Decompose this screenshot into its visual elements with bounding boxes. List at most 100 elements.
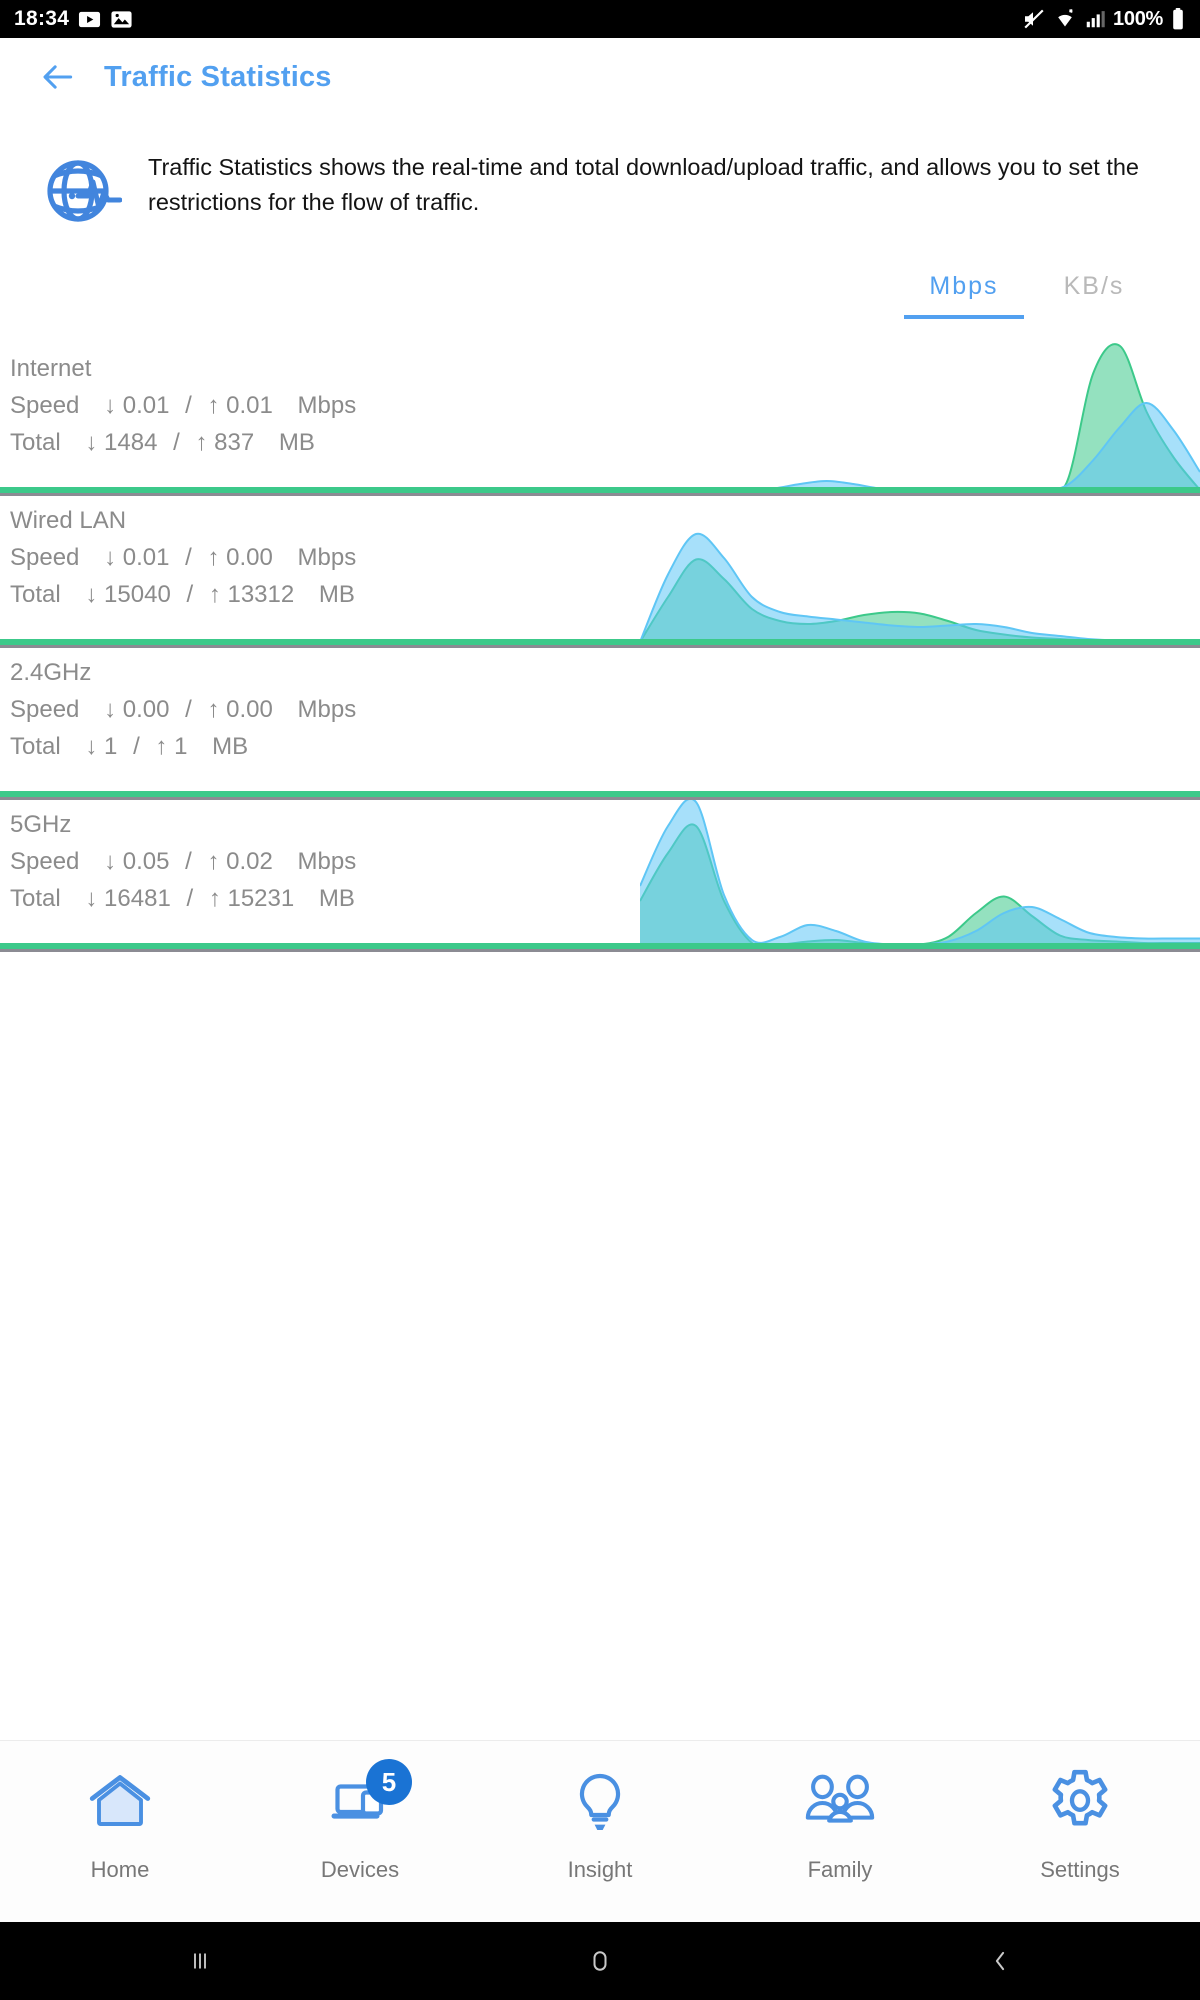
upload-arrow-icon: ↑ [195,428,208,456]
unit-tabs: Mbps KB/s [0,230,1200,319]
speed-unit: Mbps [297,391,357,419]
chart-baseline [0,487,1200,493]
cellular-signal-icon [1084,8,1106,30]
download-arrow-icon: ↓ [104,543,117,571]
speed-label: Speed [10,695,80,723]
back-button[interactable] [38,57,78,97]
traffic-row-speed: Speed ↓ 0.05 / ↑ 0.02 Mbps [10,847,357,875]
speed-down-value: 0.00 [122,695,170,723]
battery-icon [1170,7,1186,31]
total-label: Total [10,580,61,608]
traffic-row-2-4ghz[interactable]: 2.4GHz Speed ↓ 0.00 / ↑ 0.00 Mbps Total … [0,645,1200,797]
total-up-value: 1 [174,732,188,760]
back-button-nav[interactable] [800,1946,1200,1976]
back-chevron-icon [995,1951,1005,1971]
bottom-navigation-bar: Home 5 Devices Insight Family Settings [0,1740,1200,1922]
download-arrow-icon: ↓ [104,695,117,723]
upload-arrow-icon: ↑ [207,695,220,723]
tab-kbs[interactable]: KB/s [1034,272,1154,319]
total-unit: MB [278,428,315,456]
upload-arrow-icon: ↑ [208,580,221,608]
speed-unit: Mbps [297,543,357,571]
nav-item-family-label: Family [807,1857,873,1882]
description-block: Traffic Statistics shows the real-time a… [0,116,1200,230]
total-up-value: 13312 [227,580,295,608]
total-unit: MB [318,884,355,912]
recents-icon [194,1953,206,1969]
traffic-globe-pulse-icon [38,146,123,230]
total-label: Total [10,884,61,912]
wifi-icon [1053,7,1077,31]
traffic-row-total: Total ↓ 1484 / ↑ 837 MB [10,428,315,456]
chart-baseline [0,943,1200,949]
traffic-row-labels: Internet Speed ↓ 0.01 / ↑ 0.01 Mbps Tota… [10,355,356,456]
download-arrow-icon: ↓ [104,391,117,419]
nav-item-home[interactable]: Home [0,1741,240,1885]
description-text: Traffic Statistics shows the real-time a… [148,154,1140,216]
download-arrow-icon: ↓ [85,580,98,608]
speed-unit: Mbps [297,695,357,723]
traffic-row-name: Wired LAN [10,507,127,534]
traffic-row-wired-lan[interactable]: Wired LAN Speed ↓ 0.01 / ↑ 0.00 Mbps Tot… [0,493,1200,645]
family-people-icon [802,1765,878,1841]
nav-item-settings-label: Settings [1040,1857,1120,1882]
speed-up-value: 0.02 [226,847,273,875]
mute-icon [1022,7,1046,31]
traffic-row-name: 2.4GHz [10,659,92,686]
upload-arrow-icon: ↑ [155,732,168,760]
battery-percent-label: 100% [1113,7,1163,30]
download-arrow-icon: ↓ [104,847,117,875]
traffic-area-chart [640,796,1200,946]
nav-item-devices[interactable]: 5 Devices [240,1741,480,1885]
traffic-row-internet[interactable]: Internet Speed ↓ 0.01 / ↑ 0.01 Mbps Tota… [0,341,1200,493]
android-navigation-bar [0,1922,1200,2000]
nav-item-home-label: Home [90,1857,150,1882]
speed-down-value: 0.05 [122,847,170,875]
traffic-row-5ghz[interactable]: 5GHz Speed ↓ 0.05 / ↑ 0.02 Mbps Total ↓ … [0,797,1200,949]
traffic-row-name: 5GHz [10,811,72,838]
upload-arrow-icon: ↑ [208,884,221,912]
speed-label: Speed [10,391,80,419]
total-down-value: 1 [104,732,118,760]
status-bar-right: 100% [1022,7,1186,31]
devices-laptop-icon: 5 [322,1759,412,1841]
speed-up-value: 0.00 [226,543,273,571]
nav-item-devices-label: Devices [320,1857,400,1882]
total-down-value: 1484 [104,428,158,456]
speed-label: Speed [10,847,80,875]
nav-item-family[interactable]: Family [720,1741,960,1885]
upload-arrow-icon: ↑ [207,847,220,875]
total-label: Total [10,428,61,456]
status-bar: 18:34 100% [0,0,1200,38]
traffic-row-labels: 5GHz Speed ↓ 0.05 / ↑ 0.02 Mbps Total ↓ … [10,811,356,912]
gear-icon [1042,1765,1118,1841]
total-unit: MB [318,580,355,608]
total-label: Total [10,732,61,760]
home-icon [82,1765,158,1841]
tab-mbps[interactable]: Mbps [904,272,1024,319]
traffic-row-total: Total ↓ 16481 / ↑ 15231 MB [10,884,355,912]
speed-up-value: 0.01 [226,391,273,419]
traffic-row-name: Internet [10,355,92,382]
home-circle-icon [593,1951,607,1971]
upload-arrow-icon: ↑ [207,543,220,571]
total-down-value: 15040 [104,580,171,608]
traffic-row-speed: Speed ↓ 0.01 / ↑ 0.00 Mbps [10,543,357,571]
home-button[interactable] [400,1946,800,1976]
traffic-row-speed: Speed ↓ 0.01 / ↑ 0.01 Mbps [10,391,357,419]
traffic-area-chart [640,644,1200,794]
download-arrow-icon: ↓ [85,732,98,760]
lightbulb-icon [562,1765,638,1841]
traffic-row-labels: Wired LAN Speed ↓ 0.01 / ↑ 0.00 Mbps Tot… [10,507,356,608]
nav-item-insight[interactable]: Insight [480,1741,720,1885]
download-arrow-icon: ↓ [85,428,98,456]
recents-button[interactable] [0,1946,400,1976]
status-bar-left: 18:34 [14,7,133,31]
devices-badge: 5 [366,1759,412,1805]
speed-down-value: 0.01 [122,391,170,419]
nav-item-settings[interactable]: Settings [960,1741,1200,1885]
status-bar-clock: 18:34 [14,7,70,30]
back-arrow-icon [43,65,73,89]
traffic-area-chart [640,340,1200,490]
speed-unit: Mbps [297,847,357,875]
